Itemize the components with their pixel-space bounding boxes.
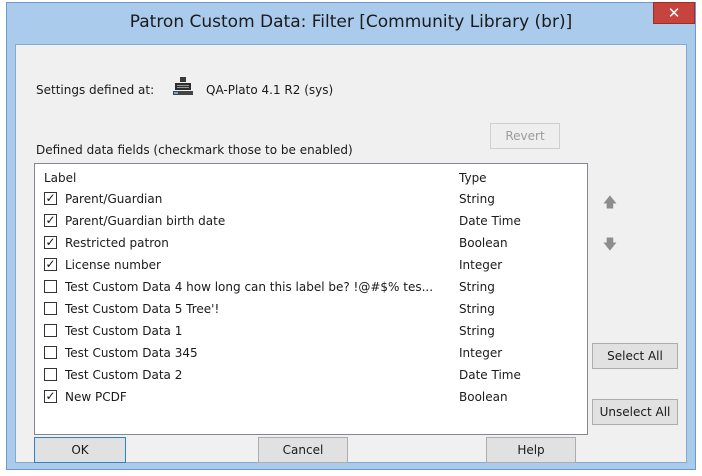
enable-checkbox[interactable] xyxy=(44,324,57,337)
field-type: Integer xyxy=(459,258,503,272)
arrow-down-icon: 🡇 xyxy=(602,237,618,253)
unselect-all-button[interactable]: Unselect All xyxy=(592,399,678,425)
column-header-type[interactable]: Type xyxy=(459,171,487,185)
enable-checkbox[interactable] xyxy=(44,280,57,293)
field-type: String xyxy=(459,302,495,316)
field-label: New PCDF xyxy=(65,390,127,404)
enable-checkbox[interactable]: ✓ xyxy=(44,390,57,403)
settings-defined-label: Settings defined at: xyxy=(36,83,155,97)
help-button[interactable]: Help xyxy=(486,437,576,463)
server-name: QA-Plato 4.1 R2 (sys) xyxy=(206,83,334,97)
enable-checkbox[interactable]: ✓ xyxy=(44,192,57,205)
enable-checkbox[interactable] xyxy=(44,346,57,359)
enable-checkbox[interactable] xyxy=(44,368,57,381)
fields-caption: Defined data fields (checkmark those to … xyxy=(36,143,353,157)
cancel-button[interactable]: Cancel xyxy=(258,437,348,463)
dialog-window: Patron Custom Data: Filter [Community Li… xyxy=(6,2,696,470)
list-item[interactable]: ✓ New PCDF Boolean xyxy=(35,386,587,408)
list-item[interactable]: Test Custom Data 2 Date Time xyxy=(35,364,587,386)
enable-checkbox[interactable]: ✓ xyxy=(44,258,57,271)
dialog-body: Settings defined at: QA-Plato 4.1 R2 (sy… xyxy=(15,44,687,463)
enable-checkbox[interactable]: ✓ xyxy=(44,214,57,227)
field-label: Restricted patron xyxy=(65,236,169,250)
field-type: String xyxy=(459,324,495,338)
field-type: Date Time xyxy=(459,214,521,228)
enable-checkbox[interactable]: ✓ xyxy=(44,236,57,249)
field-label: Test Custom Data 5 Tree'! xyxy=(65,302,220,316)
field-type: String xyxy=(459,280,495,294)
list-item[interactable]: ✓ License number Integer xyxy=(35,254,587,276)
list-item[interactable]: Test Custom Data 1 String xyxy=(35,320,587,342)
field-label: Test Custom Data 2 xyxy=(65,368,183,382)
select-all-button[interactable]: Select All xyxy=(592,343,678,369)
arrow-up-icon: 🡅 xyxy=(602,195,618,211)
list-item[interactable]: Test Custom Data 4 how long can this lab… xyxy=(35,276,587,298)
field-label: Test Custom Data 1 xyxy=(65,324,183,338)
list-item[interactable]: ✓ Restricted patron Boolean xyxy=(35,232,587,254)
column-header-label[interactable]: Label xyxy=(44,171,76,185)
field-label: Test Custom Data 345 xyxy=(65,346,198,360)
field-label: Test Custom Data 4 how long can this lab… xyxy=(65,280,434,294)
field-type: Boolean xyxy=(459,390,508,404)
window-title: Patron Custom Data: Filter [Community Li… xyxy=(129,12,573,32)
field-label: Parent/Guardian xyxy=(65,192,163,206)
move-down-button[interactable]: 🡇 xyxy=(598,233,622,257)
field-type: Date Time xyxy=(459,368,521,382)
enable-checkbox[interactable] xyxy=(44,302,57,315)
list-item[interactable]: ✓ Parent/Guardian String xyxy=(35,188,587,210)
field-type: String xyxy=(459,192,495,206)
close-button[interactable]: ✕ xyxy=(653,2,695,24)
list-item[interactable]: ✓ Parent/Guardian birth date Date Time xyxy=(35,210,587,232)
title-bar[interactable]: Patron Custom Data: Filter [Community Li… xyxy=(7,2,695,43)
list-header: Label Type xyxy=(35,164,587,188)
revert-button[interactable]: Revert xyxy=(490,123,560,149)
ok-button[interactable]: OK xyxy=(34,437,126,463)
field-label: License number xyxy=(65,258,161,272)
field-type: Integer xyxy=(459,346,503,360)
list-item[interactable]: Test Custom Data 345 Integer xyxy=(35,342,587,364)
field-label: Parent/Guardian birth date xyxy=(65,214,226,228)
server-icon xyxy=(173,77,193,95)
field-type: Boolean xyxy=(459,236,508,250)
data-fields-list[interactable]: Label Type ✓ Parent/Guardian String ✓ Pa… xyxy=(34,163,588,435)
move-up-button[interactable]: 🡅 xyxy=(598,191,622,215)
list-item[interactable]: Test Custom Data 5 Tree'! String xyxy=(35,298,587,320)
close-icon: ✕ xyxy=(667,4,681,22)
